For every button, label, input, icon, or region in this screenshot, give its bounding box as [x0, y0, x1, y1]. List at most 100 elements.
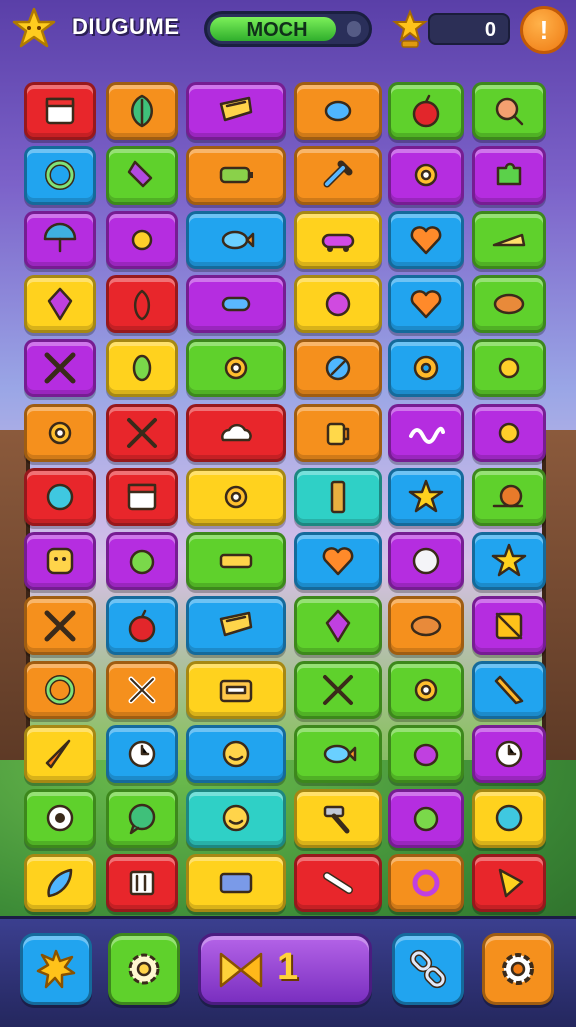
- sun-icon: [121, 219, 163, 261]
- bubble-icon: [121, 797, 163, 839]
- board-tile[interactable]: [186, 596, 286, 655]
- board-tile[interactable]: [388, 789, 464, 848]
- board-tile[interactable]: [186, 789, 286, 848]
- board-tile[interactable]: [388, 339, 464, 398]
- board-tile[interactable]: [24, 660, 96, 719]
- board-tile[interactable]: [472, 660, 546, 719]
- board-tile[interactable]: [106, 789, 178, 848]
- board-tile[interactable]: [106, 274, 178, 334]
- board-tile[interactable]: [388, 210, 464, 269]
- board-tile[interactable]: [186, 210, 286, 269]
- board-tile[interactable]: [24, 82, 96, 141]
- board-tile[interactable]: [294, 596, 382, 655]
- board-tile[interactable]: [294, 274, 382, 334]
- board-tile[interactable]: [472, 403, 546, 462]
- board-tile[interactable]: [472, 274, 546, 334]
- board-tile[interactable]: [186, 146, 286, 205]
- battery-icon: [215, 154, 257, 196]
- board-tile[interactable]: [294, 403, 382, 462]
- board-tile[interactable]: [106, 467, 178, 527]
- board-tile[interactable]: [186, 403, 286, 462]
- board-tile[interactable]: [294, 725, 382, 784]
- board-tile[interactable]: [472, 82, 546, 141]
- star-icon: [405, 476, 447, 518]
- alert-button[interactable]: !: [520, 6, 568, 54]
- board-tile[interactable]: [24, 789, 96, 848]
- level-button[interactable]: 1: [198, 933, 372, 1005]
- carrot-icon: [39, 733, 81, 775]
- board-tile[interactable]: [24, 532, 96, 591]
- board-tile[interactable]: [24, 853, 96, 912]
- board-tile[interactable]: [24, 210, 96, 269]
- board-tile[interactable]: [186, 339, 286, 398]
- board-tile[interactable]: [106, 210, 178, 269]
- board-tile[interactable]: [186, 82, 286, 141]
- board-tile[interactable]: [24, 274, 96, 334]
- board-tile[interactable]: [106, 660, 178, 719]
- star-logo-icon: [12, 7, 56, 48]
- board-tile[interactable]: [472, 146, 546, 205]
- board-tile[interactable]: [294, 853, 382, 912]
- ball-icon: [39, 476, 81, 518]
- board-tile[interactable]: [472, 339, 546, 398]
- board-tile[interactable]: [388, 82, 464, 141]
- board-tile[interactable]: [388, 532, 464, 591]
- board-tile[interactable]: [388, 725, 464, 784]
- board-tile[interactable]: [24, 467, 96, 527]
- board-tile[interactable]: [294, 146, 382, 205]
- board-tile[interactable]: [24, 596, 96, 655]
- board-tile[interactable]: [472, 853, 546, 912]
- board-tile[interactable]: [106, 725, 178, 784]
- board-tile[interactable]: [186, 467, 286, 527]
- board-tile[interactable]: [388, 274, 464, 334]
- board-tile[interactable]: [106, 853, 178, 912]
- board-tile[interactable]: [388, 403, 464, 462]
- board-tile[interactable]: [472, 532, 546, 591]
- board-tile[interactable]: [186, 725, 286, 784]
- snail-icon: [488, 476, 530, 518]
- lime-icon: [121, 540, 163, 582]
- board-tile[interactable]: [294, 532, 382, 591]
- board-tile[interactable]: [472, 789, 546, 848]
- board-tile[interactable]: [388, 660, 464, 719]
- board-tile[interactable]: [24, 339, 96, 398]
- board-tile[interactable]: [294, 467, 382, 527]
- swirl-icon: [405, 862, 447, 904]
- board-tile[interactable]: [186, 274, 286, 334]
- chain-link-button[interactable]: [392, 933, 464, 1005]
- settings-button[interactable]: [482, 933, 554, 1005]
- star-trophy-icon: [392, 9, 428, 48]
- board-tile[interactable]: [106, 532, 178, 591]
- board-tile[interactable]: [186, 853, 286, 912]
- lime-icon: [405, 797, 447, 839]
- gear-boost-button[interactable]: [108, 933, 180, 1005]
- board-tile[interactable]: [24, 725, 96, 784]
- board-tile[interactable]: [388, 467, 464, 527]
- board-tile[interactable]: [472, 596, 546, 655]
- board-tile[interactable]: [388, 146, 464, 205]
- board-tile[interactable]: [106, 82, 178, 141]
- board-tile[interactable]: [294, 339, 382, 398]
- heart-icon: [405, 283, 447, 325]
- board-tile[interactable]: [388, 853, 464, 912]
- board-tile[interactable]: [472, 210, 546, 269]
- board-tile[interactable]: [106, 596, 178, 655]
- board-tile[interactable]: [186, 532, 286, 591]
- board-tile[interactable]: [294, 210, 382, 269]
- board-tile[interactable]: [472, 467, 546, 527]
- board-tile[interactable]: [294, 789, 382, 848]
- board-tile[interactable]: [472, 725, 546, 784]
- blob-icon: [317, 283, 359, 325]
- board-tile[interactable]: [294, 82, 382, 141]
- board-tile[interactable]: [24, 403, 96, 462]
- sun-burst-button[interactable]: [20, 933, 92, 1005]
- tools-icon: [317, 669, 359, 711]
- board-tile[interactable]: [106, 339, 178, 398]
- board-tile[interactable]: [388, 596, 464, 655]
- board-tile[interactable]: [294, 660, 382, 719]
- board-tile[interactable]: [106, 146, 178, 205]
- board-tile[interactable]: [24, 146, 96, 205]
- board-tile[interactable]: [106, 403, 178, 462]
- board-tile[interactable]: [186, 660, 286, 719]
- cookie-icon: [405, 605, 447, 647]
